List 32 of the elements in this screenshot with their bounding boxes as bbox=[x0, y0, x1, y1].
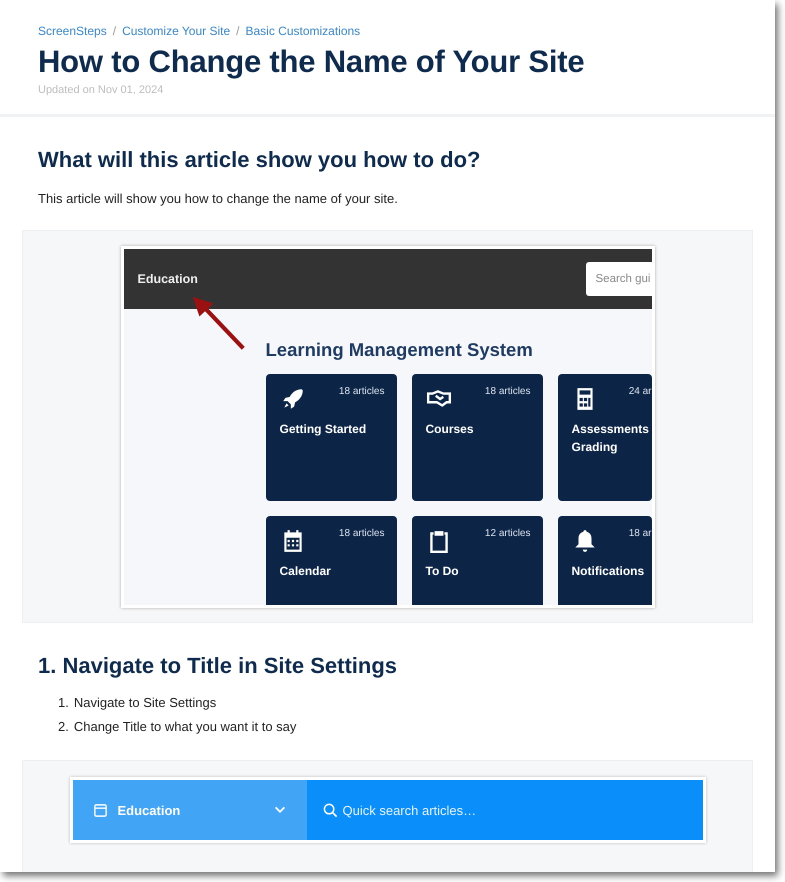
page-title: Learning Management System bbox=[266, 339, 534, 361]
breadcrumb-link[interactable]: Customize Your Site bbox=[122, 24, 230, 38]
step-text: Navigate to Site Settings bbox=[74, 695, 216, 710]
window-icon bbox=[92, 802, 108, 818]
site-selector: Education bbox=[72, 780, 306, 840]
step-number: 2. bbox=[58, 719, 69, 734]
article-title: How to Change the Name of Your Site bbox=[38, 44, 586, 80]
updated-date: Updated on Nov 01, 2024 bbox=[38, 84, 164, 96]
section-heading: What will this article show you how to do? bbox=[38, 147, 482, 173]
tile-label: Courses bbox=[426, 421, 475, 438]
tile-label: Notifications bbox=[572, 563, 646, 580]
breadcrumb-link[interactable]: Basic Customizations bbox=[245, 24, 360, 38]
breadcrumb-separator: / bbox=[236, 24, 240, 38]
search-icon bbox=[322, 802, 338, 818]
article-count: 12 articles bbox=[484, 528, 530, 539]
site-name: Education bbox=[138, 272, 198, 286]
breadcrumb-link[interactable]: ScreenSteps bbox=[38, 24, 107, 38]
tile-label: Calendar bbox=[280, 563, 332, 580]
article-count: 18 articles bbox=[338, 386, 384, 397]
article-count: 18 articles bbox=[484, 386, 530, 397]
article-count: 24 ar bbox=[628, 386, 652, 397]
article-count: 18 articles bbox=[338, 528, 384, 539]
breadcrumb-separator: / bbox=[112, 24, 116, 38]
article-count: 18 ar bbox=[628, 528, 652, 539]
paragraph: This article will show you how to change the name of your site. bbox=[38, 191, 399, 206]
tile-label: Getting Started bbox=[280, 421, 368, 438]
tile-label: Assessments Grading bbox=[572, 421, 650, 456]
step-text: Change Title to what you want it to say bbox=[74, 719, 296, 734]
section-heading: 1. Navigate to Title in Site Settings bbox=[38, 653, 398, 679]
pointer-arrow bbox=[192, 296, 244, 350]
step-number: 1. bbox=[58, 695, 69, 710]
tile-label: To Do bbox=[426, 563, 460, 580]
